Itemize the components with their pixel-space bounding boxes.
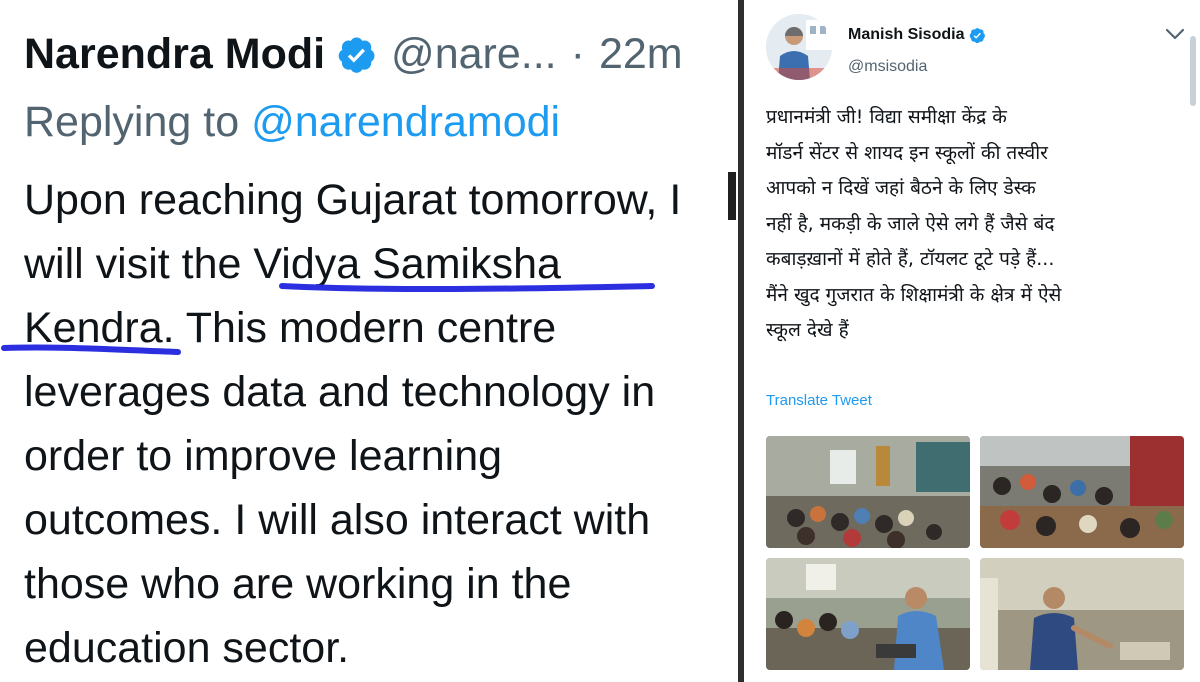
- tweet-photo-classroom-floor[interactable]: [766, 436, 970, 548]
- left-author-name[interactable]: Narendra Modi: [24, 30, 325, 79]
- tweet-line: Upon reaching Gujarat tomorrow, I: [24, 176, 682, 224]
- tweet-photo-visit-classroom[interactable]: [766, 558, 970, 670]
- tweet-line: will visit the Vidya Samiksha: [24, 240, 561, 288]
- verified-badge-icon: [337, 35, 377, 75]
- avatar[interactable]: [766, 14, 832, 80]
- tweet-line: मैंने खुद गुजरात के शिक्षामंत्री के क्षे…: [766, 283, 1062, 306]
- more-chevron-icon[interactable]: [1164, 26, 1186, 42]
- replying-mention-link[interactable]: @narendramodi: [251, 98, 560, 146]
- tweet-line: outcomes. I will also interact with: [24, 496, 651, 544]
- tweet-line: आपको न दिखें जहां बैठने के लिए डेस्क: [766, 177, 1036, 199]
- left-tweet-panel: Narendra Modi @nare... · 22m Replying to…: [0, 0, 738, 682]
- tweet-photo-children-sitting[interactable]: [980, 436, 1184, 548]
- right-author-handle[interactable]: @msisodia: [848, 58, 927, 76]
- right-tweet-panel: Manish Sisodia @msisodia प्रधानमंत्री जी…: [744, 0, 1200, 682]
- tweet-line: those who are working in the: [24, 560, 572, 608]
- right-author-name[interactable]: Manish Sisodia: [848, 26, 964, 44]
- left-tweet-text: Upon reaching Gujarat tomorrow, I will v…: [24, 168, 734, 680]
- tweet-line: नहीं है, मकड़ी के जाले ऐसे लगे हैं जैसे …: [766, 212, 1055, 235]
- tweet-line: कबाड़ख़ानों में होते हैं, टॉयलट टूटे पड़…: [766, 248, 1055, 270]
- tweet-line: मॉडर्न सेंटर से शायद इन स्कूलों की तस्वी…: [766, 141, 1048, 164]
- tweet-line: order to improve learning: [24, 432, 503, 480]
- right-tweet-text: प्रधानमंत्री जी! विद्या समीक्षा केंद्र क…: [766, 100, 1186, 349]
- tweet-line: प्रधानमंत्री जी! विद्या समीक्षा केंद्र क…: [766, 106, 1007, 128]
- replying-to-line: Replying to @narendramodi: [24, 98, 560, 147]
- tweet-line: Kendra. This modern centre: [24, 304, 557, 352]
- tweet-line: leverages data and technology in: [24, 368, 656, 416]
- tweet-line: education sector.: [24, 624, 350, 672]
- tweet-line: स्कूल देखे हैं: [766, 319, 849, 341]
- scrollbar[interactable]: [1190, 36, 1196, 106]
- left-tweet-header: Narendra Modi @nare... · 22m: [24, 30, 683, 79]
- header-separator: ·: [570, 30, 585, 78]
- translate-tweet-link[interactable]: Translate Tweet: [766, 392, 872, 409]
- verified-badge-icon: [969, 27, 986, 44]
- tweet-photo-broken-toilet[interactable]: [980, 558, 1184, 670]
- replying-prefix: Replying to: [24, 98, 240, 146]
- cropped-edge-mark: [728, 172, 736, 220]
- left-author-handle[interactable]: @nare...: [391, 30, 557, 79]
- tweet-timestamp[interactable]: 22m: [599, 30, 683, 79]
- right-author-name-row: Manish Sisodia: [848, 26, 986, 44]
